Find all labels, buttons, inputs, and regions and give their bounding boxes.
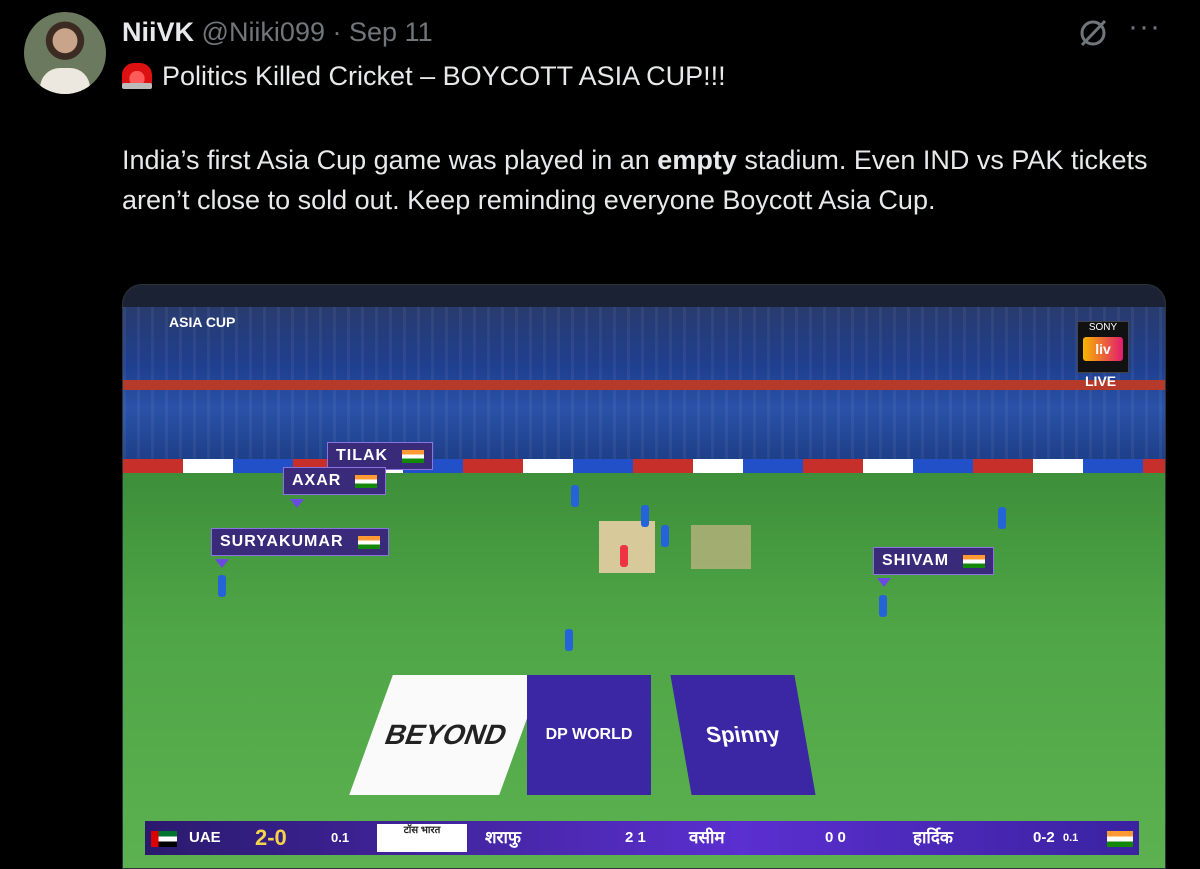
ad-band-boundary bbox=[123, 459, 1165, 473]
fielder bbox=[879, 595, 887, 617]
player-tag-shivam: SHIVAM bbox=[873, 547, 995, 575]
india-flag-icon bbox=[963, 555, 986, 568]
ad-band-upper bbox=[123, 380, 1165, 390]
live-badge: LIVE bbox=[1085, 373, 1117, 389]
stadium-roof bbox=[123, 285, 1165, 307]
player-tag-axar: AXAR bbox=[283, 467, 387, 495]
grok-icon[interactable] bbox=[1076, 16, 1112, 52]
player-tag-tilak: TILAK bbox=[327, 442, 434, 470]
batting-team: UAE bbox=[189, 829, 221, 846]
batter2-score: 0 0 bbox=[825, 829, 846, 846]
date[interactable]: Sep 11 bbox=[349, 17, 433, 47]
body-text-1: India’s first Asia Cup game was played i… bbox=[122, 145, 658, 175]
asia-cup-logo: ASIA CUP bbox=[169, 314, 236, 330]
scorebar: UAE 2-0 0.1 टॉस भारत शराफु 2 1 वसीम 0 0 … bbox=[145, 821, 1139, 855]
tweet-header: NiiVK @Niiki099 · Sep 11 bbox=[122, 14, 433, 50]
player-tag-label: AXAR bbox=[292, 472, 342, 489]
bowler-figures: 0-2 bbox=[1033, 829, 1055, 846]
avatar-shirt bbox=[40, 68, 90, 94]
more-options-icon[interactable]: ··· bbox=[1128, 10, 1161, 44]
fielder bbox=[998, 507, 1006, 529]
pointer-icon bbox=[290, 499, 304, 508]
broadcaster-name: SONY bbox=[1088, 322, 1118, 333]
india-flag-icon bbox=[402, 450, 425, 463]
tweet-headline: Politics Killed Cricket – BOYCOTT ASIA C… bbox=[122, 58, 726, 94]
avatar[interactable] bbox=[24, 12, 106, 94]
practice-pitch bbox=[691, 525, 751, 569]
body-bold-text: empty bbox=[657, 145, 737, 175]
headline-text: Politics Killed Cricket – BOYCOTT ASIA C… bbox=[162, 61, 726, 91]
overs: 0.1 bbox=[331, 830, 350, 845]
siren-icon bbox=[122, 63, 152, 89]
pointer-icon bbox=[877, 578, 891, 587]
india-flag-icon bbox=[355, 475, 378, 488]
ad-mat-spinny: Spinny bbox=[670, 675, 816, 795]
fielder bbox=[565, 629, 573, 651]
display-name[interactable]: NiiVK bbox=[122, 17, 194, 47]
fielder bbox=[218, 575, 226, 597]
liv-logo: liv bbox=[1083, 337, 1123, 361]
ad-mat-dp-world: DP WORLD bbox=[527, 675, 651, 795]
toss-info: टॉस भारत bbox=[377, 824, 467, 852]
pointer-icon bbox=[215, 559, 229, 568]
separator: · bbox=[332, 17, 342, 47]
fielder bbox=[641, 505, 649, 527]
tweet-image[interactable]: ASIA CUP SONY liv LIVE TILAK AXAR SURYAK… bbox=[122, 284, 1166, 869]
india-flag-icon bbox=[357, 536, 380, 549]
india-flag-icon bbox=[1107, 831, 1133, 847]
tweet-body: India’s first Asia Cup game was played i… bbox=[122, 140, 1172, 220]
umpire bbox=[620, 545, 628, 567]
fielder bbox=[661, 525, 669, 547]
team-score: 2-0 bbox=[255, 825, 287, 850]
bowler-overs: 0.1 bbox=[1063, 832, 1079, 844]
batter1-score: 2 1 bbox=[625, 829, 646, 846]
player-tag-label: SHIVAM bbox=[882, 552, 950, 569]
handle[interactable]: @Niiki099 bbox=[202, 17, 325, 47]
bowler-name: हार्दिक bbox=[913, 828, 953, 847]
player-tag-label: SURYAKUMAR bbox=[220, 533, 344, 550]
batter2-name: वसीम bbox=[689, 828, 725, 847]
player-tag-suryakumar: SURYAKUMAR bbox=[211, 528, 389, 556]
sony-liv-logo: SONY liv bbox=[1077, 321, 1129, 373]
player-tag-label: TILAK bbox=[336, 447, 389, 464]
fielder bbox=[571, 485, 579, 507]
uae-flag-icon bbox=[151, 831, 177, 847]
batter1-name: शराफु bbox=[485, 828, 522, 847]
